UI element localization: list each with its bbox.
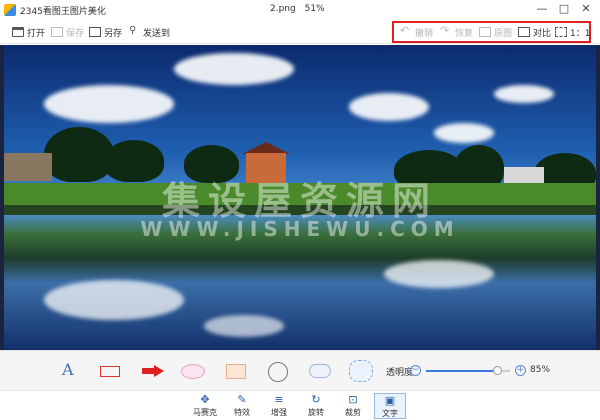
edit-tools-bar: ✥ 马赛克 ✎ 特效 ≡ 增强 ↻ 旋转 ⊡ 裁剪 ▣ 文字 bbox=[0, 390, 600, 420]
arrow-icon[interactable] bbox=[142, 365, 164, 377]
mosaic-icon: ✥ bbox=[200, 393, 210, 406]
opacity-slider-thumb[interactable] bbox=[493, 366, 503, 375]
effects-icon: ✎ bbox=[237, 393, 247, 406]
opacity-label: 透明度 bbox=[386, 368, 414, 378]
original-label: 原图 bbox=[494, 28, 513, 39]
app-logo-icon bbox=[4, 4, 16, 16]
save-label: 保存 bbox=[66, 28, 85, 39]
enhance-icon: ≡ bbox=[274, 393, 284, 406]
zoom-level: 51% bbox=[304, 4, 325, 14]
compare-button[interactable]: 对比 bbox=[518, 23, 551, 41]
text-tool-icon[interactable]: A bbox=[62, 360, 74, 379]
redo-button[interactable]: 恢复 bbox=[440, 23, 473, 41]
speech-bubble-icon[interactable] bbox=[309, 364, 331, 378]
open-label: 打开 bbox=[27, 28, 46, 39]
file-name: 2.png bbox=[270, 4, 296, 14]
text-button[interactable]: ▣ 文字 bbox=[374, 393, 406, 419]
effects-label: 特效 bbox=[234, 408, 250, 417]
crop-button[interactable]: ⊡ 裁剪 bbox=[337, 393, 369, 419]
folder-icon bbox=[12, 27, 24, 37]
note-box-icon[interactable] bbox=[226, 364, 246, 379]
save-icon bbox=[51, 27, 63, 37]
enhance-button[interactable]: ≡ 增强 bbox=[263, 393, 295, 419]
text-label: 文字 bbox=[382, 409, 398, 418]
save-as-button[interactable]: 另存 bbox=[89, 23, 122, 41]
undo-button[interactable]: 撤销 bbox=[400, 23, 433, 41]
crop-label: 裁剪 bbox=[345, 408, 361, 417]
undo-icon bbox=[400, 24, 412, 37]
save-button[interactable]: 保存 bbox=[51, 23, 84, 41]
share-icon bbox=[128, 25, 140, 37]
mosaic-button[interactable]: ✥ 马赛克 bbox=[189, 393, 221, 419]
save-as-label: 另存 bbox=[104, 28, 123, 39]
watermark-url: WWW.JISHEWU.COM bbox=[140, 217, 460, 241]
actual-size-button[interactable]: 1：1 bbox=[555, 23, 590, 41]
original-button[interactable]: 原图 bbox=[479, 23, 512, 41]
annotation-toolbar: A 透明度 − + 85% bbox=[0, 350, 600, 390]
redo-label: 恢复 bbox=[455, 28, 474, 39]
rotate-button[interactable]: ↻ 旋转 bbox=[300, 393, 332, 419]
undo-label: 撤销 bbox=[415, 28, 434, 39]
mosaic-label: 马赛克 bbox=[193, 408, 217, 417]
effects-button[interactable]: ✎ 特效 bbox=[226, 393, 258, 419]
text-icon: ▣ bbox=[384, 394, 396, 407]
ellipse-icon[interactable] bbox=[181, 364, 205, 379]
enhance-label: 增强 bbox=[271, 408, 287, 417]
close-button[interactable]: ✕ bbox=[577, 0, 595, 18]
opacity-increase-button[interactable]: + bbox=[515, 365, 526, 376]
rotate-label: 旋转 bbox=[308, 408, 324, 417]
fit-icon bbox=[555, 27, 567, 37]
title-bar: 2345看图王图片美化 2.png 51% — □ ✕ bbox=[0, 0, 600, 20]
burst-bubble-icon[interactable] bbox=[349, 360, 373, 382]
rotate-icon: ↻ bbox=[311, 393, 321, 406]
send-to-label: 发送到 bbox=[143, 28, 171, 39]
minimize-button[interactable]: — bbox=[533, 0, 551, 18]
redo-icon bbox=[440, 24, 452, 37]
actual-size-label: 1：1 bbox=[570, 28, 591, 39]
toolbar: 打开 保存 另存 发送到 撤销 恢复 原图 对比 1：1 bbox=[0, 20, 600, 44]
circle-icon[interactable] bbox=[268, 362, 288, 382]
app-title: 2345看图王图片美化 bbox=[20, 7, 106, 17]
open-button[interactable]: 打开 bbox=[12, 23, 45, 41]
file-info: 2.png 51% bbox=[270, 4, 325, 14]
image-canvas[interactable]: 集设屋资源网 WWW.JISHEWU.COM bbox=[0, 45, 600, 350]
compare-icon bbox=[518, 27, 530, 37]
save-as-icon bbox=[89, 27, 101, 37]
maximize-button[interactable]: □ bbox=[555, 0, 573, 18]
opacity-slider-fill bbox=[426, 370, 498, 372]
opacity-slider[interactable] bbox=[426, 366, 510, 375]
opacity-value: 85% bbox=[530, 365, 551, 375]
crop-icon: ⊡ bbox=[348, 393, 358, 406]
image-icon bbox=[479, 27, 491, 37]
opacity-decrease-button[interactable]: − bbox=[410, 365, 421, 376]
send-to-button[interactable]: 发送到 bbox=[128, 23, 170, 41]
rectangle-icon[interactable] bbox=[100, 366, 120, 377]
compare-label: 对比 bbox=[533, 28, 552, 39]
